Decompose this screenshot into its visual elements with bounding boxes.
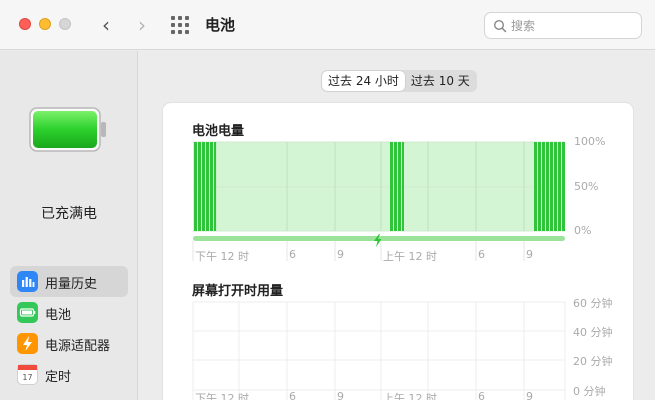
- y-tick-label: 20 分钟: [573, 355, 613, 368]
- sidebar-item-battery[interactable]: 电池: [10, 297, 128, 328]
- x-tick-label: 上午 12 时: [383, 392, 437, 400]
- x-tick-label: 6: [478, 248, 485, 261]
- y-tick-label: 50%: [574, 180, 599, 193]
- back-button[interactable]: ‹: [94, 12, 118, 38]
- charging-bolt-icon: [374, 234, 382, 247]
- battery-status-text: 已充满电: [41, 206, 97, 222]
- x-tick-label: 下午 12 时: [195, 392, 249, 400]
- y-tick-label: 0 分钟: [573, 385, 606, 398]
- zoom-window-button[interactable]: [59, 18, 71, 30]
- bolt-icon: [17, 333, 38, 354]
- sidebar-item-label: 电源适配器: [45, 339, 111, 354]
- sidebar-item-label: 定时: [45, 370, 72, 385]
- sidebar-item-power-adapter[interactable]: 电源适配器: [10, 328, 128, 359]
- battery-icon: [17, 302, 38, 323]
- svg-text:17: 17: [22, 373, 32, 382]
- battery-full-icon: [29, 107, 106, 152]
- sidebar-item-label: 用量历史: [45, 277, 98, 292]
- y-tick-label: 40 分钟: [573, 326, 613, 339]
- search-field[interactable]: [484, 12, 642, 39]
- title-bar: ‹ › 电池: [0, 0, 655, 50]
- show-all-grid-icon[interactable]: [171, 16, 191, 34]
- tab-last-24-hours[interactable]: 过去 24 小时: [322, 71, 405, 91]
- x-tick-label: 上午 12 时: [383, 250, 437, 263]
- usage-card: 电池电量 100% 50% 0% 下午 12 时 6 9 上午 12 时 6 9…: [162, 102, 634, 400]
- x-tick-label: 9: [337, 390, 344, 400]
- search-icon: [493, 19, 507, 33]
- minimize-window-button[interactable]: [39, 18, 51, 30]
- y-tick-label: 0%: [574, 224, 592, 237]
- x-tick-label: 6: [289, 248, 296, 261]
- x-tick-label: 6: [289, 390, 296, 400]
- sidebar-item-schedule[interactable]: 17 定时: [10, 359, 128, 390]
- bar-chart-icon: [17, 271, 38, 292]
- close-window-button[interactable]: [19, 18, 31, 30]
- tab-last-10-days[interactable]: 过去 10 天: [405, 71, 476, 91]
- y-tick-label: 100%: [574, 135, 606, 148]
- calendar-icon: 17: [17, 364, 38, 385]
- x-tick-label: 下午 12 时: [195, 250, 249, 263]
- screen-usage-title: 屏幕打开时用量: [192, 284, 284, 299]
- x-tick-label: 9: [526, 390, 533, 400]
- x-tick-label: 9: [526, 248, 533, 261]
- forward-button[interactable]: ›: [130, 12, 154, 38]
- search-input[interactable]: [511, 17, 636, 35]
- sidebar: 已充满电 用量历史 电池 电源适配器 17 定时: [0, 51, 138, 400]
- sidebar-item-usage-history[interactable]: 用量历史: [10, 266, 128, 297]
- sidebar-item-label: 电池: [45, 308, 72, 323]
- window-title: 电池: [205, 16, 236, 34]
- y-tick-label: 60 分钟: [573, 297, 613, 310]
- time-range-tabs: 过去 24 小时 过去 10 天: [321, 70, 477, 92]
- x-tick-label: 6: [478, 390, 485, 400]
- x-tick-label: 9: [337, 248, 344, 261]
